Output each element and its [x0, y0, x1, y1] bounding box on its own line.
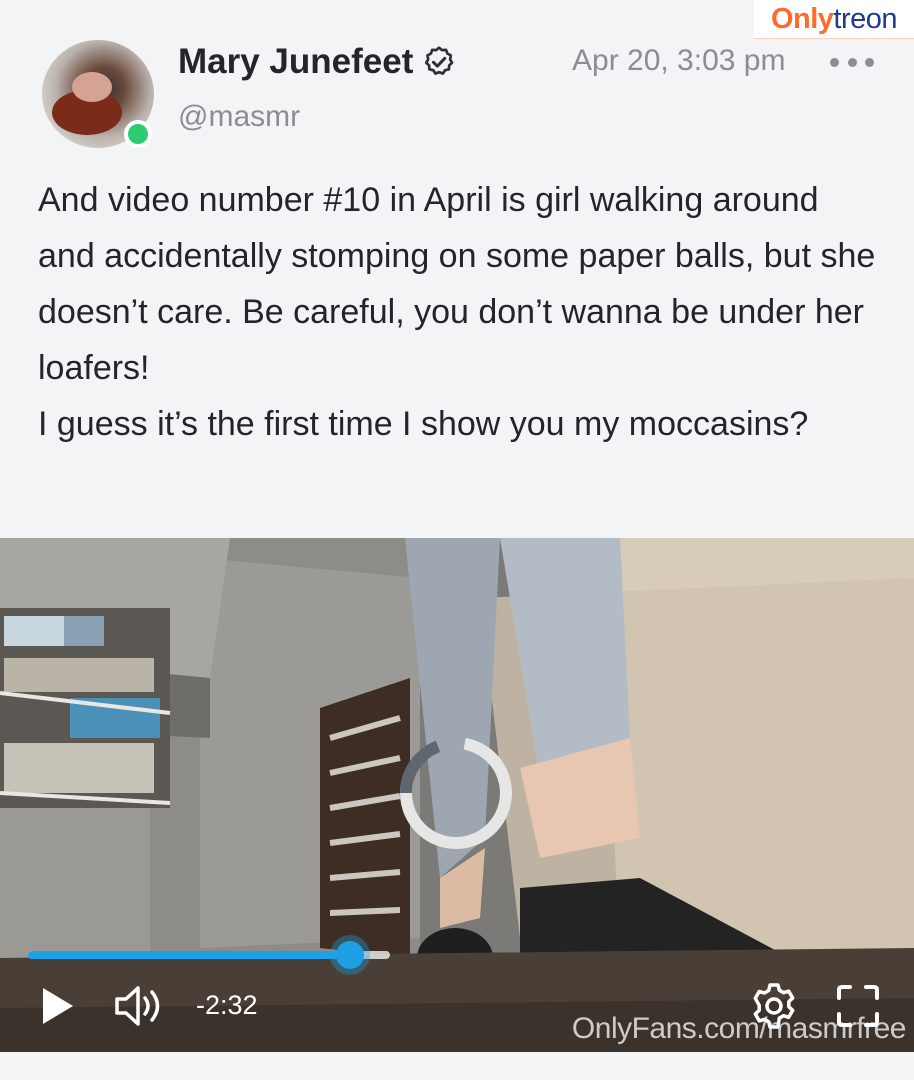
volume-icon [115, 986, 160, 1026]
post-text-paragraph: I guess it’s the first time I show you m… [38, 405, 809, 443]
post-text: And video number #10 in April is girl wa… [38, 172, 878, 452]
time-remaining: -2:32 [196, 990, 258, 1020]
watermark-brand-part1: Only [770, 2, 834, 35]
watermark-logo: Only treon [754, 0, 914, 39]
post-header: Mary Junefeet @masmr Apr 20, 3:03 pm [40, 38, 874, 158]
verified-badge-icon [425, 46, 454, 75]
loading-spinner-icon [400, 737, 512, 849]
play-button[interactable] [36, 978, 80, 1034]
more-options-button[interactable] [830, 46, 874, 78]
seek-bar[interactable] [28, 941, 390, 969]
post-timestamp[interactable]: Apr 20, 3:03 pm [572, 44, 785, 78]
video-player[interactable]: -2:32 OnlyFans.com/masmrfree [0, 538, 914, 1052]
more-horizontal-icon-dot [847, 57, 857, 67]
volume-button[interactable] [112, 978, 168, 1034]
post-text-paragraph: And video number #10 in April is girl wa… [38, 181, 876, 387]
avatar-face [72, 72, 112, 102]
author-handle[interactable]: @masmr [178, 100, 300, 134]
watermark-brand-part2: treon [833, 2, 898, 35]
author-name[interactable]: Mary Junefeet [178, 42, 413, 82]
seek-bar-handle[interactable] [336, 941, 365, 969]
more-horizontal-icon-dot [865, 57, 874, 67]
author-name-row: Mary Junefeet [178, 42, 457, 82]
online-status-dot [124, 120, 152, 148]
seek-bar-fill [28, 951, 351, 959]
more-horizontal-icon-dot [830, 57, 839, 67]
watermark-bottom: OnlyFans.com/masmrfree [571, 1012, 907, 1045]
play-icon [43, 988, 73, 1024]
